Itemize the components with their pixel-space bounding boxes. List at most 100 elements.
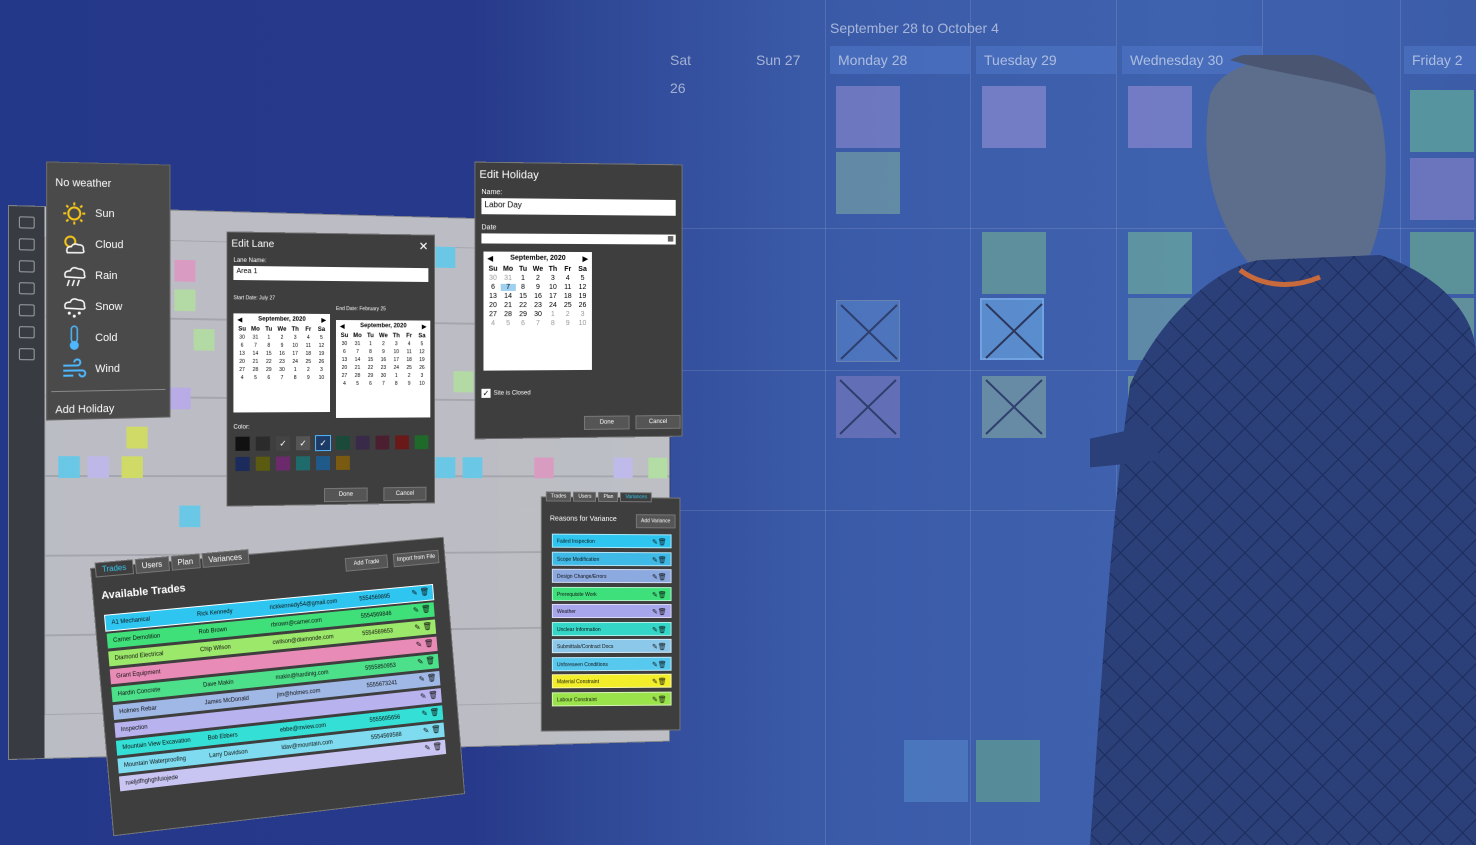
calendar-day[interactable]: 13 xyxy=(486,293,501,300)
calendar-day[interactable]: 30 xyxy=(275,367,288,373)
calendar-day[interactable]: 23 xyxy=(531,302,546,309)
calendar-day[interactable]: 7 xyxy=(351,349,364,355)
schedule-note[interactable] xyxy=(435,246,456,269)
calendar-day[interactable]: 13 xyxy=(338,357,351,363)
calendar-day[interactable]: 27 xyxy=(235,367,248,373)
variance-row[interactable]: Unclear Information ✎🗑 xyxy=(551,621,672,636)
weather-item-wind[interactable]: Wind xyxy=(47,352,169,385)
weather-item-cloud[interactable]: Cloud xyxy=(47,228,169,260)
calendar-day[interactable]: 30 xyxy=(486,275,501,282)
trash-icon[interactable]: 🗑 xyxy=(429,708,439,718)
schedule-note[interactable] xyxy=(174,259,196,282)
tab-trades[interactable]: Trades xyxy=(94,559,134,578)
schedule-note[interactable] xyxy=(534,457,554,479)
calendar-day[interactable]: 9 xyxy=(560,320,575,327)
trash-icon[interactable]: 🗑 xyxy=(658,696,667,703)
toolbar-icon[interactable] xyxy=(18,326,35,339)
calendar-day[interactable]: 1 xyxy=(390,373,403,379)
calendar-day[interactable]: 11 xyxy=(403,349,416,355)
calendar-day[interactable]: 6 xyxy=(235,343,248,349)
calendar-day[interactable]: 4 xyxy=(403,341,416,347)
trash-icon[interactable]: 🗑 xyxy=(658,644,667,651)
edit-icon[interactable]: ✎ xyxy=(424,743,431,752)
calendar-day[interactable]: 23 xyxy=(275,359,288,365)
edit-icon[interactable]: ✎ xyxy=(413,606,420,615)
calendar-day[interactable]: 3 xyxy=(390,341,403,347)
calendar-day[interactable]: 2 xyxy=(377,341,390,347)
color-swatch[interactable]: ✓ xyxy=(315,435,332,452)
calendar-day[interactable]: 20 xyxy=(338,365,351,371)
schedule-note[interactable] xyxy=(193,328,215,351)
tab-users[interactable]: Users xyxy=(573,491,597,502)
color-swatch[interactable] xyxy=(316,456,331,471)
calendar-day[interactable]: 3 xyxy=(416,373,429,379)
calendar-day[interactable]: 21 xyxy=(351,365,364,371)
variance-row[interactable]: Submittals/Contract Docs ✎🗑 xyxy=(551,638,672,654)
schedule-note[interactable] xyxy=(121,456,143,479)
calendar-day[interactable]: 24 xyxy=(545,302,560,309)
trash-icon[interactable]: 🗑 xyxy=(422,622,432,632)
calendar-day[interactable]: 6 xyxy=(516,320,531,327)
end-calendar[interactable]: ◀ September, 2020 ▶ Su Mo Tu We Th Fr Sa 30 31 1 2 3 4… xyxy=(335,320,431,418)
weather-item-cold[interactable]: Cold xyxy=(47,322,169,354)
calendar-day[interactable]: 22 xyxy=(516,302,531,309)
trash-icon[interactable]: 🗑 xyxy=(658,679,667,686)
calendar-day[interactable]: 19 xyxy=(575,293,590,300)
calendar-day[interactable]: 19 xyxy=(315,351,328,357)
schedule-note[interactable] xyxy=(169,387,191,410)
calendar-day[interactable]: 24 xyxy=(390,365,403,371)
prev-month-icon[interactable]: ◀ xyxy=(237,316,242,323)
edit-icon[interactable]: ✎ xyxy=(416,640,423,649)
tab-trades[interactable]: Trades xyxy=(545,491,572,502)
add-trade-button[interactable]: Add Trade xyxy=(344,554,389,572)
holiday-name-input[interactable]: Labor Day xyxy=(481,198,676,216)
calendar-day[interactable]: 30 xyxy=(377,373,390,379)
color-swatch[interactable] xyxy=(395,435,409,450)
calendar-day[interactable]: 1 xyxy=(262,335,275,341)
calendar-day[interactable]: 14 xyxy=(249,351,262,357)
calendar-day[interactable]: 25 xyxy=(302,359,315,365)
calendar-day[interactable]: 4 xyxy=(338,381,351,387)
toolbar-icon[interactable] xyxy=(18,348,35,361)
calendar-day[interactable]: 27 xyxy=(338,373,351,379)
calendar-day[interactable]: 5 xyxy=(575,275,590,282)
next-month-icon[interactable]: ▶ xyxy=(321,317,326,324)
calendar-day[interactable]: 24 xyxy=(289,359,302,365)
calendar-day[interactable]: 22 xyxy=(262,359,275,365)
import-from-file-button[interactable]: Import from File xyxy=(392,549,440,568)
calendar-day[interactable]: 27 xyxy=(486,311,501,318)
trash-icon[interactable]: 🗑 xyxy=(658,592,667,599)
calendar-day[interactable]: 7 xyxy=(377,381,390,387)
calendar-day[interactable]: 8 xyxy=(364,349,377,355)
variance-row[interactable]: Prerequisite Work ✎🗑 xyxy=(551,586,672,601)
variance-row[interactable]: Labour Constraint ✎🗑 xyxy=(551,691,672,706)
trash-icon[interactable]: 🗑 xyxy=(658,609,667,616)
trash-icon[interactable]: 🗑 xyxy=(658,539,667,546)
calendar-day[interactable]: 4 xyxy=(560,275,575,282)
calendar-day[interactable]: 18 xyxy=(560,293,575,300)
calendar-day[interactable]: 17 xyxy=(545,293,560,300)
calendar-day[interactable]: 20 xyxy=(486,302,501,309)
calendar-day[interactable]: 3 xyxy=(545,275,560,282)
schedule-note[interactable] xyxy=(87,456,109,479)
calendar-day[interactable]: 7 xyxy=(500,283,516,291)
calendar-day[interactable]: 12 xyxy=(416,349,429,355)
calendar-day[interactable]: 5 xyxy=(351,381,364,387)
calendar-day[interactable]: 5 xyxy=(416,341,429,347)
weather-item-sun[interactable]: Sun xyxy=(47,197,169,230)
calendar-day[interactable]: 1 xyxy=(516,275,531,282)
schedule-note[interactable] xyxy=(613,457,633,479)
calendar-day[interactable]: 10 xyxy=(315,375,328,381)
calendar-day[interactable]: 7 xyxy=(249,343,262,349)
calendar-day[interactable]: 19 xyxy=(416,357,429,363)
calendar-day[interactable]: 23 xyxy=(377,365,390,371)
color-swatch[interactable] xyxy=(235,456,250,472)
start-calendar[interactable]: ◀ September, 2020 ▶ Su Mo Tu We Th Fr Sa 30 31 1 2 3 4… xyxy=(233,313,331,413)
trash-icon[interactable]: 🗑 xyxy=(428,690,438,700)
calendar-day[interactable]: 14 xyxy=(501,293,516,300)
calendar-day[interactable]: 2 xyxy=(560,311,575,318)
calendar-day[interactable]: 18 xyxy=(302,351,315,357)
calendar-day[interactable]: 7 xyxy=(275,375,288,381)
schedule-note[interactable] xyxy=(648,457,668,479)
calendar-day[interactable]: 5 xyxy=(501,320,516,327)
